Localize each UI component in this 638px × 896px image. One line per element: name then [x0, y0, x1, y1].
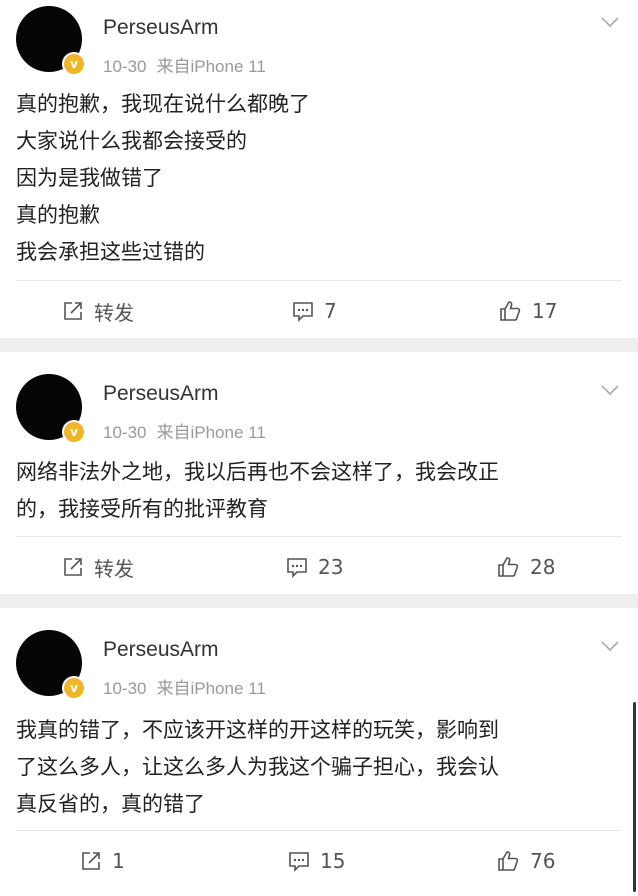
repost-button[interactable]: 转发: [62, 537, 134, 597]
verified-v-badge-icon: v: [62, 52, 86, 76]
post-card: v PerseusArm 10-30 来自iPhone 11 我真的错了，不应该开…: [0, 608, 638, 896]
chevron-down-icon[interactable]: [600, 380, 620, 400]
post-meta: 10-30 来自iPhone 11: [103, 52, 266, 77]
like-button[interactable]: 17: [498, 281, 557, 341]
post-date: 10-30: [103, 57, 147, 76]
comment-count: 15: [320, 849, 346, 873]
chevron-down-icon[interactable]: [600, 12, 620, 32]
post-date: 10-30: [103, 423, 147, 442]
like-button[interactable]: 28: [496, 537, 555, 597]
comment-count: 23: [318, 555, 344, 579]
content-line: 网络非法外之地，我以后再也不会这样了，我会改正: [16, 460, 499, 484]
content-line: 大家说什么我都会接受的: [16, 129, 247, 153]
like-count: 76: [530, 849, 556, 873]
chevron-down-icon[interactable]: [600, 636, 620, 656]
content-line: 我真的错了，不应该开这样的开这样的玩笑，影响到: [16, 718, 499, 742]
content-line: 因为是我做错了: [16, 166, 163, 190]
content-line: 的，我接受所有的批评教育: [16, 497, 268, 521]
content-line: 真的抱歉，我现在说什么都晚了: [16, 92, 310, 116]
comment-bubble-icon: [289, 852, 309, 872]
post-card: v PerseusArm 10-30 来自iPhone 11 网络非法外之地，我以…: [0, 352, 638, 594]
content-line: 真的抱歉: [16, 203, 100, 227]
action-bar: 转发 23 28: [16, 536, 622, 597]
content-line: 了这么多人，让这么多人为我这个骗子担心，我会认: [16, 755, 499, 779]
post-meta: 10-30 来自iPhone 11: [103, 418, 266, 443]
thumbs-up-icon: [500, 301, 521, 321]
repost-label: 转发: [94, 300, 134, 325]
share-square-icon: [64, 558, 82, 576]
username[interactable]: PerseusArm: [103, 638, 219, 662]
repost-button[interactable]: 转发: [62, 281, 134, 341]
repost-count: 1: [112, 849, 125, 873]
post-source: 来自iPhone 11: [156, 57, 266, 76]
comment-count: 7: [324, 299, 337, 323]
content-line: 我会承担这些过错的: [16, 240, 205, 264]
post-source: 来自iPhone 11: [156, 679, 266, 698]
thumbs-up-icon: [498, 851, 519, 871]
like-count: 28: [530, 555, 556, 579]
post-content: 我真的错了，不应该开这样的开这样的玩笑，影响到 了这么多人，让这么多人为我这个骗…: [16, 712, 618, 823]
post-card: v PerseusArm 10-30 来自iPhone 11 真的抱歉，我现在说什…: [0, 0, 638, 338]
action-bar: 转发 7 17: [16, 280, 622, 341]
thumbs-up-icon: [498, 557, 519, 577]
weibo-feed: v PerseusArm 10-30 来自iPhone 11 真的抱歉，我现在说什…: [0, 0, 638, 896]
share-square-icon: [64, 302, 82, 320]
post-source: 来自iPhone 11: [156, 423, 266, 442]
repost-button[interactable]: 1: [80, 831, 125, 891]
post-content: 网络非法外之地，我以后再也不会这样了，我会改正 的，我接受所有的批评教育: [16, 454, 618, 528]
verified-v-badge-icon: v: [62, 676, 86, 700]
scrollbar[interactable]: [633, 702, 636, 892]
comment-bubble-icon: [287, 558, 307, 578]
comment-button[interactable]: 23: [286, 537, 343, 597]
content-line: 真反省的，真的错了: [16, 792, 205, 816]
username[interactable]: PerseusArm: [103, 16, 219, 40]
post-content: 真的抱歉，我现在说什么都晚了 大家说什么我都会接受的 因为是我做错了 真的抱歉 …: [16, 86, 618, 271]
comment-bubble-icon: [293, 302, 313, 322]
action-bar: 1 15 76: [16, 830, 622, 891]
comment-button[interactable]: 15: [288, 831, 345, 891]
username[interactable]: PerseusArm: [103, 382, 219, 406]
post-date: 10-30: [103, 679, 147, 698]
verified-v-badge-icon: v: [62, 420, 86, 444]
like-count: 17: [532, 299, 558, 323]
comment-button[interactable]: 7: [292, 281, 337, 341]
post-meta: 10-30 来自iPhone 11: [103, 674, 266, 699]
share-square-icon: [82, 852, 100, 870]
repost-label: 转发: [94, 556, 134, 581]
like-button[interactable]: 76: [496, 831, 555, 891]
